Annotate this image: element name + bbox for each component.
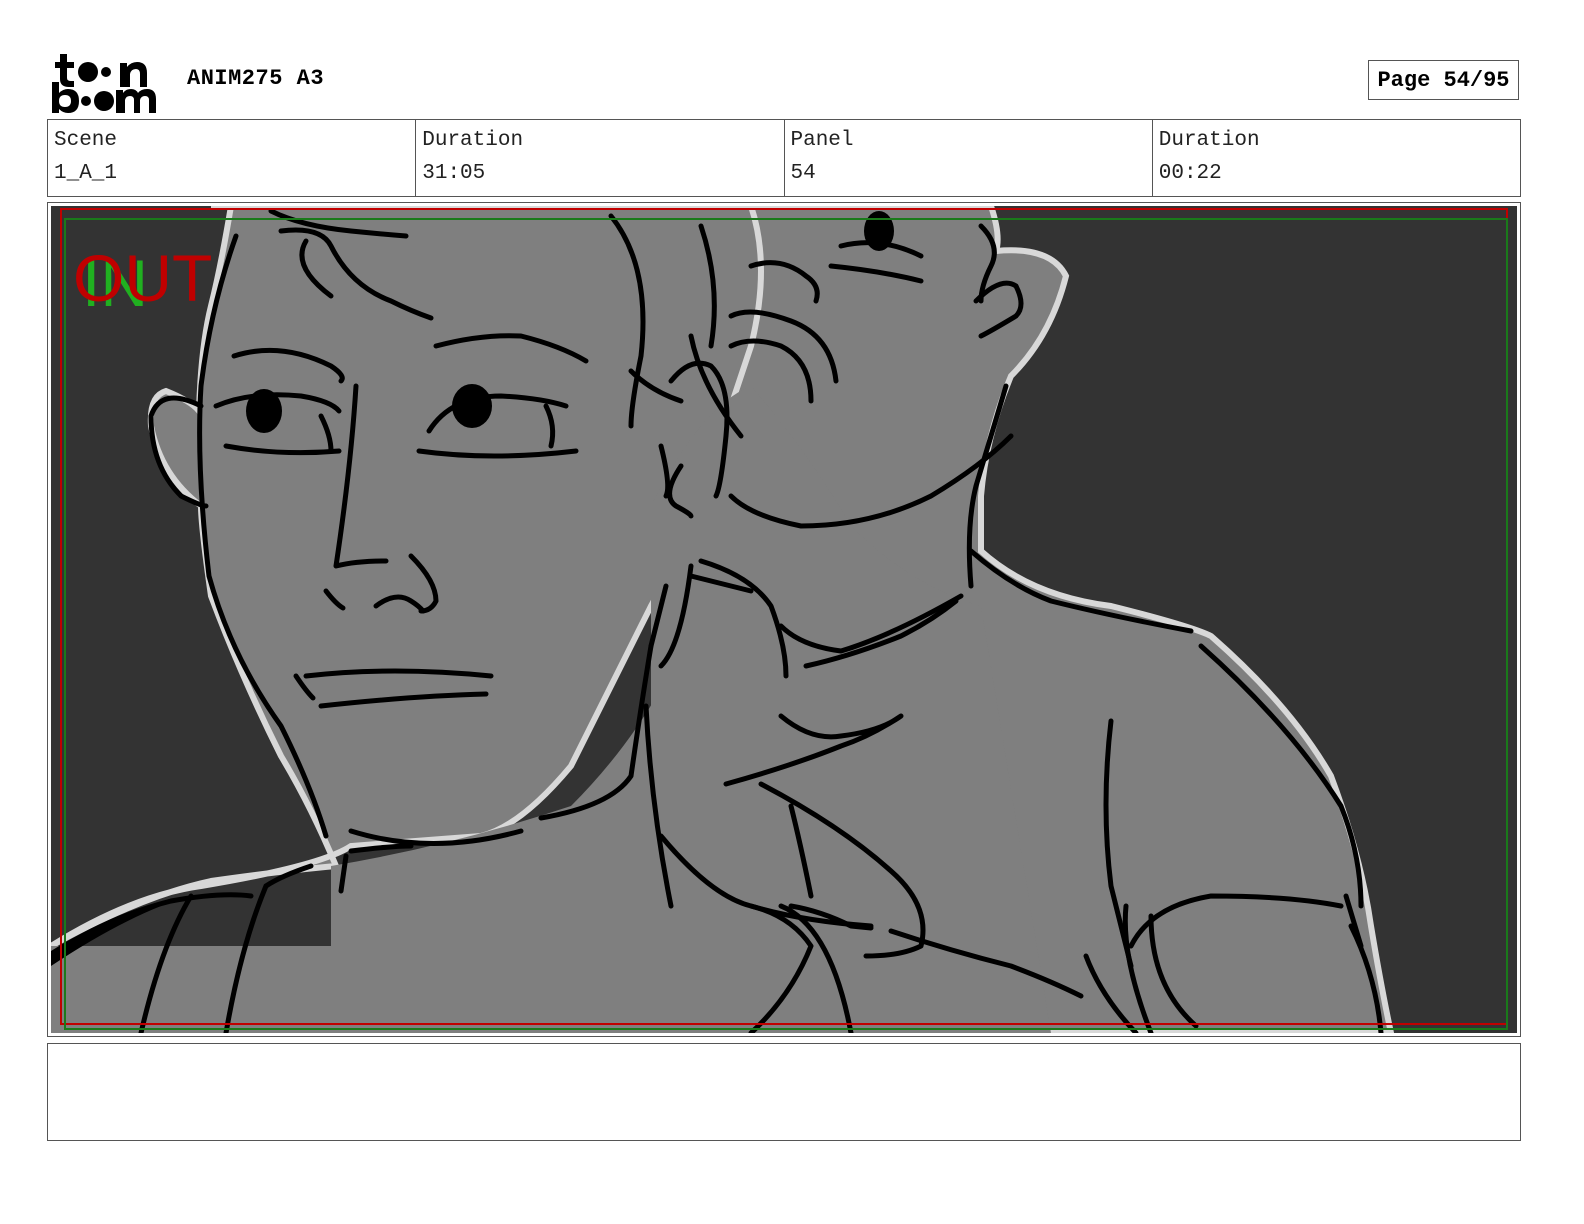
panel-cell: Panel 54 xyxy=(785,120,1153,196)
scene-duration-cell: Duration 31:05 xyxy=(416,120,785,196)
out-marker: OUT xyxy=(73,241,212,315)
scene-duration-label: Duration xyxy=(422,129,524,152)
panel-duration-value: 00:22 xyxy=(1158,162,1222,185)
panel-label: Panel xyxy=(790,129,854,152)
panel-duration-label: Duration xyxy=(1158,129,1260,152)
storyboard-panel: IN OUT xyxy=(47,202,1521,1037)
panel-value: 54 xyxy=(790,162,816,185)
back-figure-eye-pupil xyxy=(864,211,894,251)
scene-info-table: Scene 1_A_1 Duration 31:05 Panel 54 Dura… xyxy=(47,119,1521,197)
scene-label: Scene xyxy=(54,129,118,152)
panel-drawing: IN OUT xyxy=(51,206,1517,1033)
toonboom-logo xyxy=(50,50,165,114)
left-eye-pupil xyxy=(246,389,282,433)
page-label: Page 54/95 xyxy=(1377,67,1510,93)
panel-notes-box[interactable] xyxy=(47,1043,1521,1141)
right-eye-pupil xyxy=(452,384,492,428)
scene-duration-value: 31:05 xyxy=(422,162,486,185)
scene-value: 1_A_1 xyxy=(54,162,118,185)
scene-cell: Scene 1_A_1 xyxy=(48,120,417,196)
document-title: ANIM275 A3 xyxy=(187,66,325,91)
panel-duration-cell: Duration 00:22 xyxy=(1153,120,1520,196)
page-indicator: Page 54/95 xyxy=(1368,60,1519,100)
